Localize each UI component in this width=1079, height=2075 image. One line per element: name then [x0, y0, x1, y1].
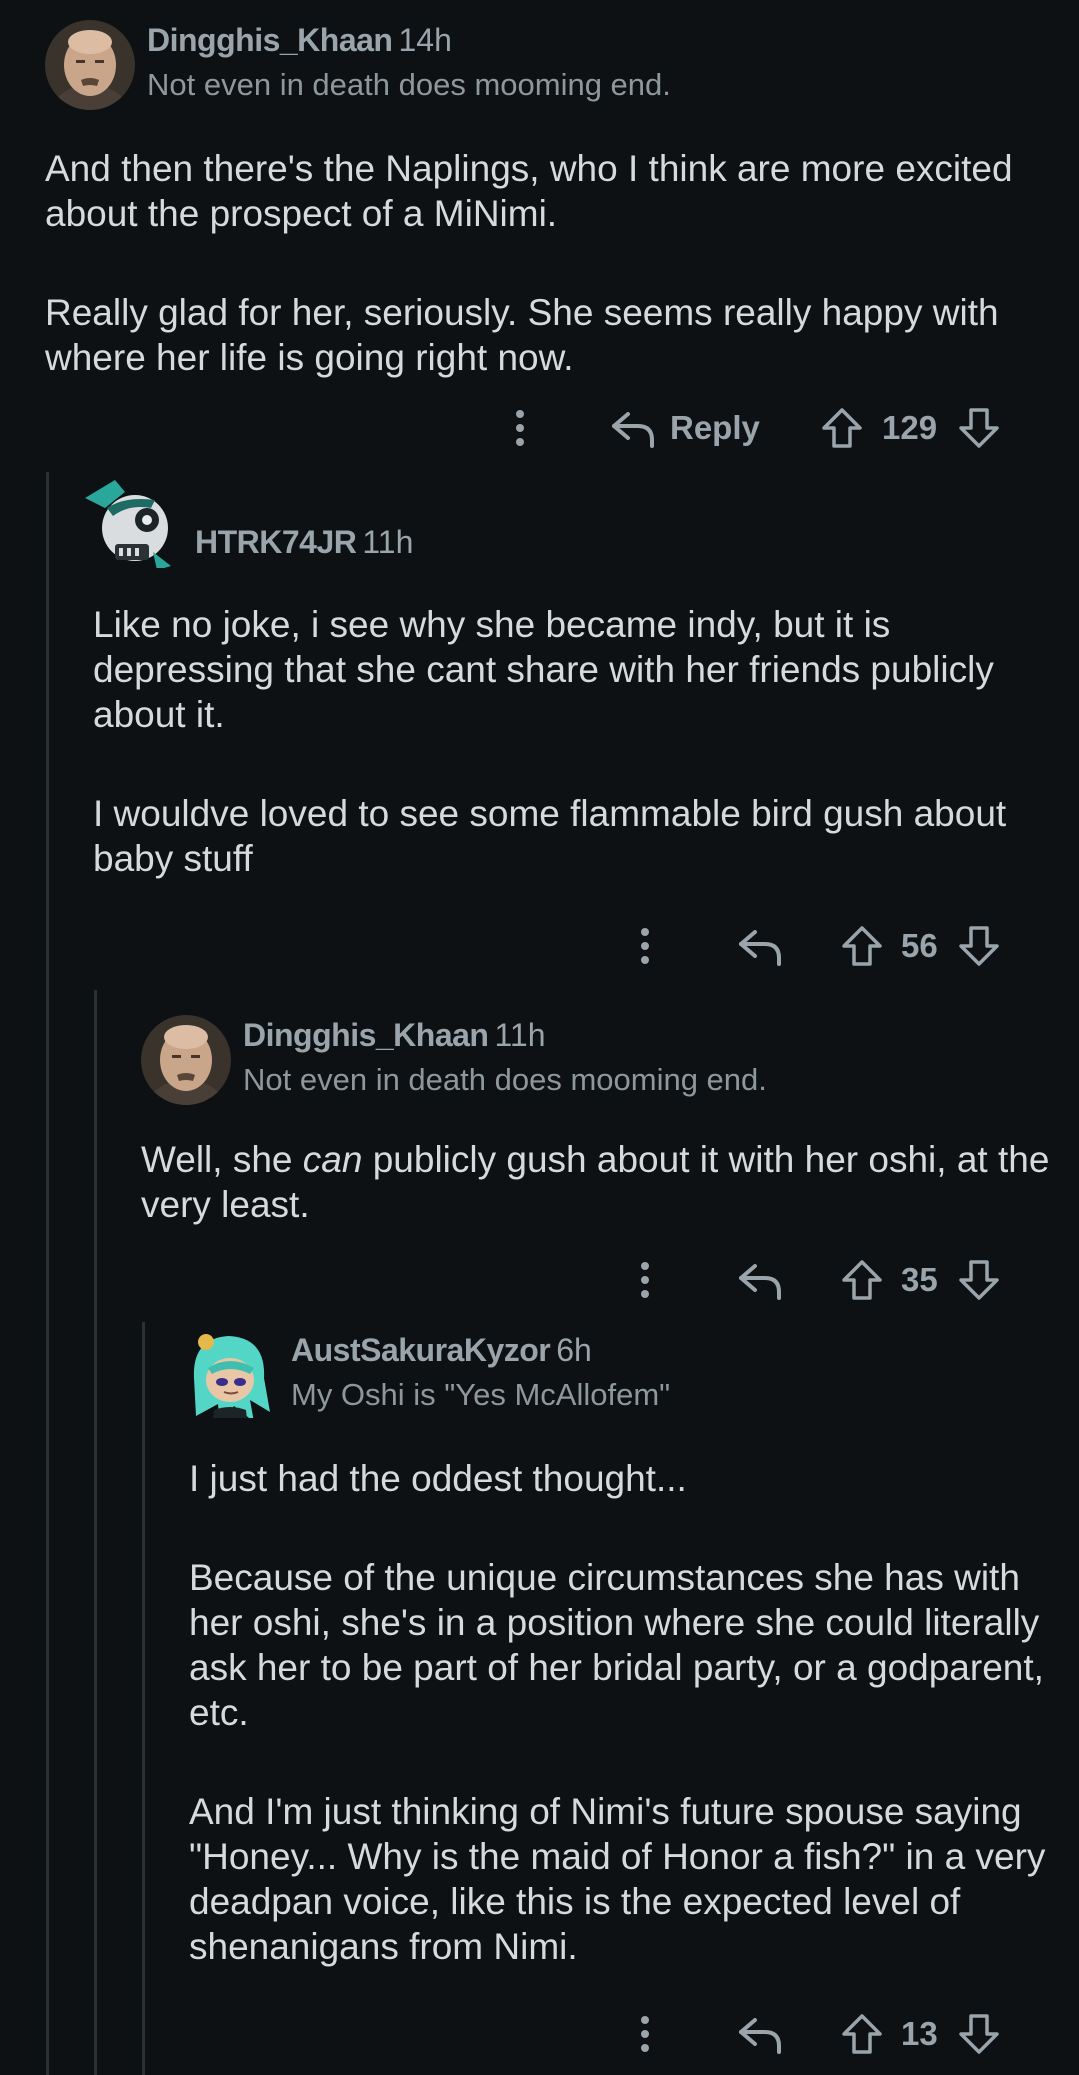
upvote-arrow-icon [842, 1260, 882, 1300]
comment-paragraph: And I'm just thinking of Nimi's future s… [189, 1791, 1046, 1967]
vote-count: 13 [901, 2015, 938, 2052]
reply-button[interactable] [737, 916, 783, 976]
comment: HTRK74JR 11h Like no joke, i see why she … [85, 480, 1079, 881]
more-options-button[interactable] [625, 1250, 665, 1310]
user-avatar[interactable] [45, 20, 135, 110]
comment: Dingghis_Khaan 11h Not even in death does… [141, 1015, 1079, 1227]
user-avatar[interactable] [184, 1328, 274, 1418]
more-vertical-icon [641, 2016, 649, 2052]
comment-time: 14h [398, 22, 452, 58]
thread-line-level-3[interactable] [142, 1322, 145, 2075]
vote-score: 129 [882, 398, 937, 458]
vote-count: 56 [901, 927, 938, 964]
user-avatar[interactable] [141, 1015, 231, 1105]
upvote-button[interactable] [840, 916, 884, 976]
comment: AustSakuraKyzor 6h My Oshi is "Yes McAllo… [189, 1330, 1079, 1969]
upvote-button[interactable] [840, 1250, 884, 1310]
vote-count: 129 [882, 409, 938, 446]
comment-paragraph: Really glad for her, seriously. She seem… [45, 292, 999, 378]
comment-paragraph: Well, she can publicly gush about it wit… [141, 1139, 1050, 1225]
user-flair: My Oshi is "Yes McAllofem" [291, 1377, 671, 1412]
comment-body: Like no joke, i see why she became indy,… [93, 602, 1053, 881]
comment-actions: 56 [0, 916, 1079, 976]
downvote-arrow-icon [959, 1260, 999, 1300]
upvote-arrow-icon [842, 926, 882, 966]
comment-actions: 13 [0, 2004, 1079, 2064]
vote-count: 35 [901, 1261, 938, 1298]
comment-author[interactable]: AustSakuraKyzor [291, 1332, 551, 1368]
upvote-arrow-icon [842, 2014, 882, 2054]
reply-button[interactable] [737, 2004, 783, 2064]
comment-actions: 35 [0, 1250, 1079, 1310]
comment-time: 6h [556, 1332, 592, 1368]
more-options-button[interactable] [625, 916, 665, 976]
comment: Dingghis_Khaan 14h Not even in death does… [45, 20, 1079, 380]
vote-score: 35 [901, 1250, 938, 1310]
downvote-button[interactable] [957, 2004, 1001, 2064]
comment-author[interactable]: Dingghis_Khaan [243, 1017, 489, 1053]
upvote-button[interactable] [820, 398, 864, 458]
upvote-button[interactable] [840, 2004, 884, 2064]
comment-paragraph: Because of the unique circumstances she … [189, 1557, 1044, 1733]
more-vertical-icon [516, 410, 524, 446]
user-flair: Not even in death does mooming end. [147, 67, 671, 102]
reply-button[interactable] [737, 1250, 783, 1310]
comment-body: And then there's the Naplings, who I thi… [45, 146, 1055, 380]
more-vertical-icon [641, 1262, 649, 1298]
downvote-arrow-icon [959, 408, 999, 448]
comment-author[interactable]: HTRK74JR [195, 524, 357, 560]
user-avatar[interactable] [85, 478, 175, 568]
comment-paragraph: Like no joke, i see why she became indy,… [93, 604, 994, 735]
vote-score: 56 [901, 916, 938, 976]
comment-paragraph: I wouldve loved to see some flammable bi… [93, 793, 1007, 879]
downvote-arrow-icon [959, 926, 999, 966]
more-vertical-icon [641, 928, 649, 964]
comment-time: 11h [494, 1017, 546, 1053]
comment-paragraph: And then there's the Naplings, who I thi… [45, 148, 1013, 234]
comment-actions: Reply 129 [0, 398, 1079, 458]
comment-body: I just had the oddest thought... Because… [189, 1456, 1059, 1969]
reply-label: Reply [670, 409, 760, 446]
comment-body: Well, she can publicly gush about it wit… [141, 1137, 1056, 1227]
comment-time: 11h [362, 524, 414, 560]
downvote-arrow-icon [959, 2014, 999, 2054]
downvote-button[interactable] [957, 916, 1001, 976]
user-flair: Not even in death does mooming end. [243, 1062, 767, 1097]
comment-paragraph: I just had the oddest thought... [189, 1458, 687, 1499]
reply-arrow-icon [612, 412, 654, 448]
more-options-button[interactable] [625, 2004, 665, 2064]
reply-button[interactable]: Reply [610, 398, 760, 458]
upvote-arrow-icon [822, 408, 862, 448]
thread-line-level-2[interactable] [94, 990, 97, 2075]
reply-arrow-icon [739, 1264, 781, 1300]
reply-arrow-icon [739, 930, 781, 966]
downvote-button[interactable] [957, 398, 1001, 458]
more-options-button[interactable] [500, 398, 540, 458]
comment-author[interactable]: Dingghis_Khaan [147, 22, 393, 58]
reply-arrow-icon [739, 2018, 781, 2054]
vote-score: 13 [901, 2004, 938, 2064]
downvote-button[interactable] [957, 1250, 1001, 1310]
